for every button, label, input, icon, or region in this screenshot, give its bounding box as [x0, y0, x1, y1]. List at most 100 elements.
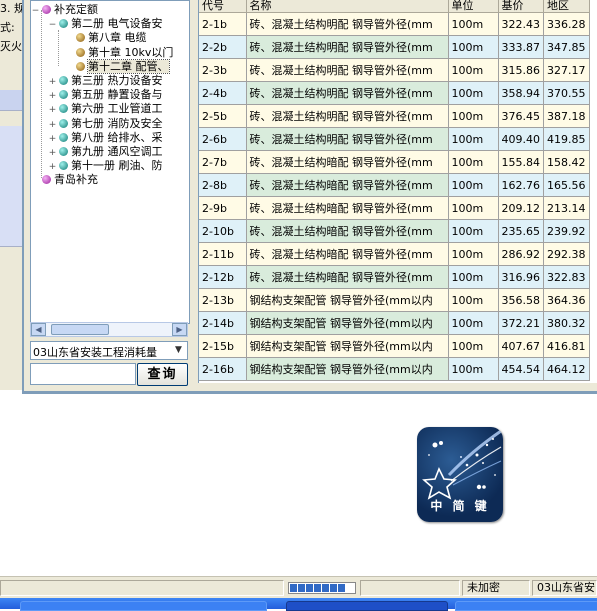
cell-code: 2-8b — [199, 173, 247, 197]
scrollbar-thumb[interactable] — [51, 324, 109, 335]
tree-item[interactable]: + 第七册 消防及安全 — [48, 117, 163, 131]
table-row[interactable]: 2-7b 砖、混凝土结构暗配 钢导管外径(mm 100m 155.84 158.42 — [199, 150, 590, 174]
cell-region: 158.42 — [543, 150, 590, 174]
taskbar-button-active[interactable] — [286, 601, 448, 611]
tree-item[interactable]: 第十章 10kv以门 — [65, 46, 173, 60]
tree-item[interactable]: + 第五册 静置设备与 — [48, 88, 163, 102]
expand-icon[interactable]: + — [48, 103, 57, 117]
grid-header-row: 代号 名称 单位 基价 地区 — [199, 0, 590, 13]
database-status: 03山东省安 — [532, 580, 597, 596]
cell-name: 砖、混凝土结构暗配 钢导管外径(mm — [246, 150, 449, 174]
cell-code: 2-5b — [199, 104, 247, 128]
cell-unit: 100m — [448, 104, 499, 128]
table-row[interactable]: 2-14b 钢结构支架配管 钢导管外径(mm以内 100m 372.21 380.32 — [199, 311, 590, 335]
root-node-icon — [42, 5, 51, 14]
tree-item[interactable]: − 第二册 电气设备安 — [48, 17, 163, 31]
status-bar: 未加密 03山东省安 — [0, 576, 597, 599]
cell-code: 2-6b — [199, 127, 247, 151]
tree-horizontal-scrollbar[interactable]: ◀ ▶ — [30, 322, 188, 337]
tree-item[interactable]: − 补充定额 — [31, 3, 98, 17]
cell-base-price: 409.40 — [498, 127, 544, 151]
table-row[interactable]: 2-6b 砖、混凝土结构明配 钢导管外径(mm 100m 409.40 419.85 — [199, 127, 590, 151]
tree-item[interactable]: 第八章 电缆 — [65, 31, 147, 45]
search-input[interactable] — [30, 363, 136, 385]
expand-icon[interactable]: + — [48, 75, 57, 89]
chapter-tree[interactable]: − 补充定额 − 第二册 电气设备安 第八章 电缆 第十章 10kv以门 第十二章 配管、 +… — [30, 0, 190, 324]
quota-grid[interactable]: 代号 名称 单位 基价 地区 2-1b 砖、混凝土结构明配 钢导管外径(mm 100… — [198, 0, 597, 383]
cell-name: 钢结构支架配管 钢导管外径(mm以内 — [246, 334, 449, 358]
cell-name: 砖、混凝土结构明配 钢导管外径(mm — [246, 104, 449, 128]
column-header-unit[interactable]: 单位 — [448, 0, 499, 13]
tree-item-label: 补充定额 — [54, 3, 98, 16]
table-row[interactable]: 2-2b 砖、混凝土结构明配 钢导管外径(mm 100m 333.87 347.85 — [199, 35, 590, 59]
cell-region: 464.12 — [543, 357, 590, 381]
book-node-icon — [59, 104, 68, 114]
scroll-left-button[interactable]: ◀ — [31, 323, 46, 336]
cell-base-price: 235.65 — [498, 219, 544, 243]
cell-base-price: 454.54 — [498, 357, 544, 381]
tree-item[interactable]: + 第三册 热力设备安 — [48, 74, 163, 88]
table-row[interactable]: 2-1b 砖、混凝土结构明配 钢导管外径(mm 100m 322.43 336.28 — [199, 12, 590, 36]
search-button[interactable]: 查询 — [137, 363, 188, 386]
cell-name: 砖、混凝土结构暗配 钢导管外径(mm — [246, 173, 449, 197]
taskbar-button[interactable] — [455, 601, 597, 611]
cell-unit: 100m — [448, 311, 499, 335]
book-node-icon — [59, 90, 68, 100]
cell-name: 砖、混凝土结构明配 钢导管外径(mm — [246, 81, 449, 105]
tree-item[interactable]: 第十二章 配管、 — [65, 58, 170, 74]
table-row[interactable]: 2-5b 砖、混凝土结构明配 钢导管外径(mm 100m 376.45 387.18 — [199, 104, 590, 128]
tree-item-label: 第九册 通风空调工 — [71, 145, 163, 158]
cell-code: 2-4b — [199, 81, 247, 105]
cell-region: 364.36 — [543, 288, 590, 312]
column-header-code[interactable]: 代号 — [199, 0, 247, 13]
tree-item[interactable]: + 第九册 通风空调工 — [48, 145, 163, 159]
library-select[interactable]: 03山东省安装工程消耗量 ▼ — [30, 341, 188, 360]
book-node-icon — [59, 147, 68, 156]
cell-region: 322.83 — [543, 265, 590, 289]
table-row[interactable]: 2-16b 钢结构支架配管 钢导管外径(mm以内 100m 454.54 464.12 — [199, 357, 590, 381]
table-row[interactable]: 2-15b 钢结构支架配管 钢导管外径(mm以内 100m 407.67 416.81 — [199, 334, 590, 358]
table-row[interactable]: 2-11b 砖、混凝土结构暗配 钢导管外径(mm 100m 286.92 292.38 — [199, 242, 590, 266]
cell-code: 2-2b — [199, 35, 247, 59]
cell-base-price: 209.12 — [498, 196, 544, 220]
column-header-base-price[interactable]: 基价 — [498, 0, 544, 13]
status-message — [0, 580, 284, 596]
tree-item[interactable]: + 第十一册 刷油、防 — [48, 159, 163, 173]
chevron-down-icon[interactable]: ▼ — [171, 343, 186, 358]
cell-unit: 100m — [448, 12, 499, 36]
expand-icon[interactable]: + — [48, 118, 57, 132]
table-row[interactable]: 2-4b 砖、混凝土结构明配 钢导管外径(mm 100m 358.94 370.55 — [199, 81, 590, 105]
table-row[interactable]: 2-8b 砖、混凝土结构暗配 钢导管外径(mm 100m 162.76 165.56 — [199, 173, 590, 197]
cell-unit: 100m — [448, 196, 499, 220]
table-row[interactable]: 2-13b 钢结构支架配管 钢导管外径(mm以内 100m 356.58 364.36 — [199, 288, 590, 312]
table-row[interactable]: 2-9b 砖、混凝土结构暗配 钢导管外径(mm 100m 209.12 213.14 — [199, 196, 590, 220]
column-header-region[interactable]: 地区 — [543, 0, 590, 13]
cell-unit: 100m — [448, 58, 499, 82]
cell-code: 2-7b — [199, 150, 247, 174]
expand-icon[interactable]: + — [48, 89, 57, 103]
cell-base-price: 372.21 — [498, 311, 544, 335]
tree-item[interactable]: 青岛补充 — [31, 173, 98, 187]
table-row[interactable]: 2-3b 砖、混凝土结构明配 钢导管外径(mm 100m 315.86 327.17 — [199, 58, 590, 82]
progress-block — [338, 584, 345, 592]
collapse-icon[interactable]: − — [48, 18, 57, 32]
expand-icon[interactable]: + — [48, 132, 57, 146]
table-row[interactable]: 2-12b 砖、混凝土结构暗配 钢导管外径(mm 100m 316.96 322.83 — [199, 265, 590, 289]
scroll-right-button[interactable]: ▶ — [172, 323, 187, 336]
table-row[interactable]: 2-10b 砖、混凝土结构暗配 钢导管外径(mm 100m 235.65 239.92 — [199, 219, 590, 243]
tree-item[interactable]: + 第六册 工业管道工 — [48, 102, 163, 116]
tree-item[interactable]: + 第八册 给排水、采 — [48, 131, 163, 145]
collapse-icon[interactable]: − — [31, 4, 40, 18]
cell-region: 336.28 — [543, 12, 590, 36]
cell-base-price: 333.87 — [498, 35, 544, 59]
column-header-name[interactable]: 名称 — [246, 0, 449, 13]
cell-code: 2-16b — [199, 357, 247, 381]
cell-unit: 100m — [448, 35, 499, 59]
taskbar-button[interactable] — [20, 601, 267, 611]
cell-unit: 100m — [448, 357, 499, 381]
cell-unit: 100m — [448, 150, 499, 174]
expand-icon[interactable]: + — [48, 146, 57, 160]
tree-item-label: 第二册 电气设备安 — [71, 17, 163, 31]
chapter-node-icon — [76, 47, 85, 57]
cell-code: 2-15b — [199, 334, 247, 358]
